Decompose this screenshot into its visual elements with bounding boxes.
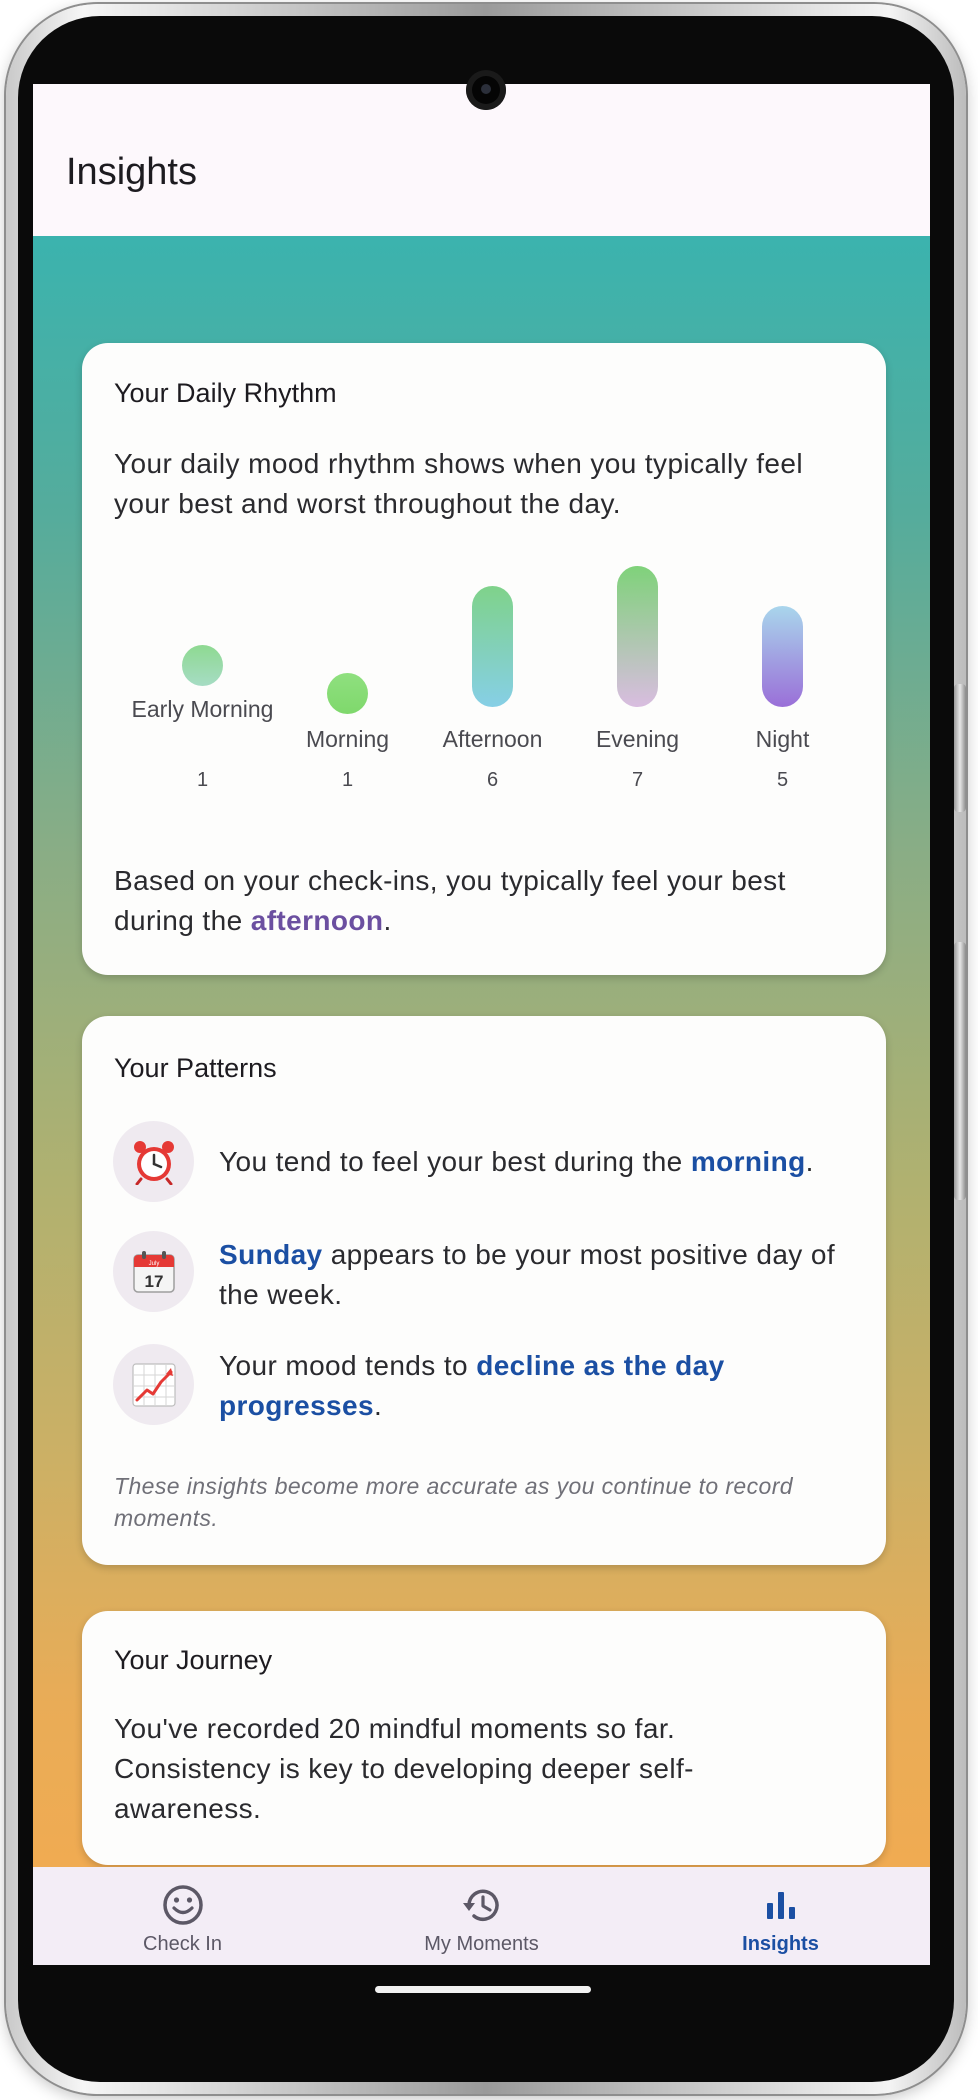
rhythm-column-afternoon: Afternoon 6 [420,563,565,803]
rhythm-bar [327,673,368,714]
history-icon [463,1889,499,1922]
rhythm-label: Early Morning [131,696,274,722]
nav-check-in[interactable]: Check In [33,1867,332,1965]
calendar-icon: July 17 [133,1251,175,1293]
daily-rhythm-card: Your Daily Rhythm Your daily mood rhythm… [82,343,886,975]
rhythm-count: 7 [631,769,644,791]
rhythm-label: Night [755,726,810,752]
rhythm-column-early-morning: Early Morning 1 [130,563,275,803]
journey-card: Your Journey You've recorded 20 mindful … [82,1611,886,1865]
smiley-icon [163,1885,203,1925]
insights-content[interactable]: Your Daily Rhythm Your daily mood rhythm… [33,236,930,1867]
pattern-highlight: morning [690,1146,806,1177]
summary-highlight: afternoon [250,905,384,936]
nav-label: My Moments [424,1933,539,1955]
front-camera [466,70,506,110]
rhythm-label: Afternoon [442,726,543,752]
home-indicator[interactable] [375,1986,591,1993]
pattern-prefix: You tend to feel your best during the [219,1146,691,1177]
rhythm-description: Your daily mood rhythm shows when you ty… [114,448,803,519]
nav-my-moments[interactable]: My Moments [332,1867,631,1965]
rhythm-summary: Based on your check-ins, you typically f… [114,861,854,941]
rhythm-label: Evening [595,726,680,752]
nav-insights[interactable]: Insights [631,1867,930,1965]
card-title: Your Patterns [114,1053,277,1083]
rhythm-column-night: Night 5 [710,563,855,803]
chart-increasing-icon [132,1363,176,1407]
rhythm-count: 1 [341,769,354,791]
bottom-navigation: Check In My Moments Insights [33,1867,930,1965]
pattern-icon-badge: July 17 [113,1231,194,1312]
rhythm-count: 5 [776,769,789,791]
insights-note: These insights become more accurate as y… [114,1473,793,1531]
pattern-text: Sunday appears to be your most positive … [219,1235,859,1315]
pattern-text: Your mood tends to decline as the day pr… [219,1346,859,1426]
rhythm-label: Morning [305,726,390,752]
pattern-suffix: . [805,1146,814,1177]
nav-label: Check In [143,1933,222,1955]
calendar-day: 17 [145,1272,164,1291]
pattern-highlight: Sunday [219,1239,323,1270]
pattern-prefix: Your mood tends to [219,1350,477,1381]
pattern-text: You tend to feel your best during the mo… [219,1142,859,1182]
summary-suffix: . [383,905,392,936]
page-title: Insights [66,151,197,193]
rhythm-column-morning: Morning 1 [275,563,420,803]
rhythm-bar [617,566,658,707]
summary-prefix: Based on your check-ins, you typically f… [114,865,786,936]
pattern-icon-badge [113,1344,194,1425]
alarm-clock-icon [134,1141,174,1185]
bar-chart-icon [767,1892,795,1919]
pattern-suffix: . [373,1390,383,1421]
volume-button [954,942,966,1200]
pattern-icon-badge [113,1121,194,1202]
calendar-month: July [149,1261,160,1267]
card-title: Your Daily Rhythm [114,378,337,408]
rhythm-column-evening: Evening 7 [565,563,710,803]
rhythm-bar [762,606,803,707]
rhythm-count: 6 [486,769,499,791]
power-button [954,684,966,812]
journey-text: You've recorded 20 mindful moments so fa… [114,1713,694,1824]
rhythm-bar [472,586,513,707]
rhythm-bar [182,645,223,686]
nav-label: Insights [742,1933,819,1955]
rhythm-count: 1 [196,769,209,791]
rhythm-chart: Early Morning 1 Morning 1 Afternoon 6 Ev… [82,563,886,803]
card-title: Your Journey [114,1645,273,1675]
patterns-card: Your Patterns You tend to feel your best… [82,1016,886,1565]
app-screen: Insights Your Daily Rhythm Your daily mo… [33,84,930,1965]
